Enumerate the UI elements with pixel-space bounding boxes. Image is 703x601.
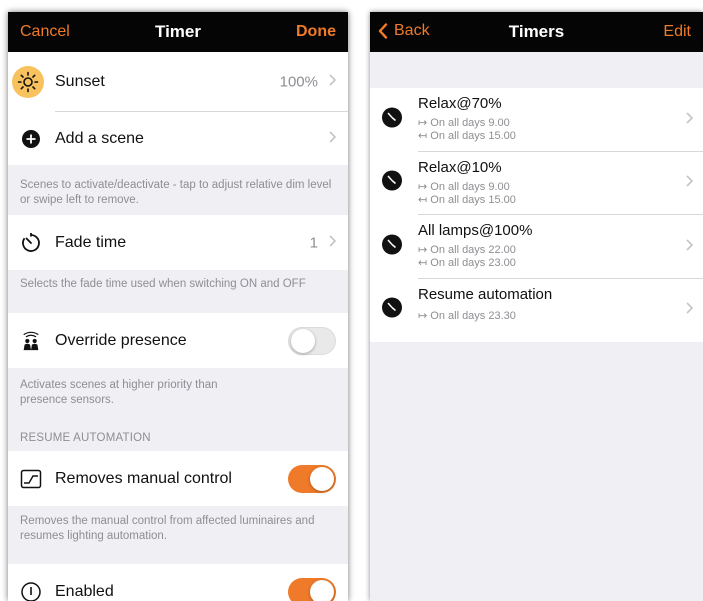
people-icon bbox=[20, 330, 42, 352]
chevron-right-icon bbox=[686, 238, 694, 256]
timer-item[interactable]: Relax@10% ↦ On all days 9.00 ↤ On all da… bbox=[370, 152, 703, 215]
removes-manual-control-toggle[interactable] bbox=[288, 464, 336, 493]
clock-icon bbox=[381, 297, 403, 324]
done-button[interactable]: Done bbox=[296, 23, 336, 41]
removes-manual-control-label: Removes manual control bbox=[55, 469, 232, 487]
chevron-right-icon bbox=[686, 111, 694, 129]
clock-icon bbox=[381, 106, 403, 133]
add-circle-icon bbox=[20, 128, 42, 150]
chevron-right-icon bbox=[329, 130, 337, 148]
timer-on-time: ↦ On all days 23.30 bbox=[418, 309, 516, 322]
timer-on-time: ↦ On all days 22.00 bbox=[418, 244, 516, 256]
timer-name: Resume automation bbox=[418, 285, 553, 303]
removes-note: Removes the manual control from affected… bbox=[20, 515, 315, 542]
clock-icon bbox=[381, 170, 403, 197]
graph-box-icon bbox=[20, 468, 42, 490]
fade-time-value: 1 bbox=[309, 234, 318, 251]
resume-automation-header: RESUME AUTOMATION bbox=[20, 432, 151, 444]
chevron-right-icon bbox=[686, 301, 694, 319]
chevron-right-icon bbox=[329, 234, 337, 252]
sunset-value: 100% bbox=[279, 73, 318, 91]
enabled-toggle[interactable] bbox=[288, 577, 336, 601]
clock-icon bbox=[381, 233, 403, 260]
override-presence-label: Override presence bbox=[55, 331, 187, 349]
timer-icon bbox=[20, 232, 42, 254]
scenes-note: Scenes to activate/deactivate - tap to a… bbox=[20, 179, 332, 206]
removes-manual-control-row: Removes manual control bbox=[8, 451, 348, 506]
fade-time-row[interactable]: Fade time 1 bbox=[8, 215, 348, 270]
add-scene-label: Add a scene bbox=[55, 129, 144, 147]
timer-item[interactable]: All lamps@100% ↦ On all days 22.00 ↤ On … bbox=[370, 215, 703, 279]
fade-note: Selects the fade time used when switchin… bbox=[20, 278, 306, 290]
chevron-right-icon bbox=[329, 73, 337, 91]
sun-icon bbox=[12, 66, 44, 98]
timers-navbar: Back Timers Edit bbox=[370, 12, 703, 52]
timer-on-time: ↦ On all days 9.00 bbox=[418, 117, 510, 129]
timer-item[interactable]: Resume automation ↦ On all days 23.30 bbox=[370, 279, 703, 343]
edit-button[interactable]: Edit bbox=[663, 23, 691, 41]
chevron-right-icon bbox=[686, 174, 694, 192]
page-title: Timers bbox=[508, 22, 565, 41]
timer-item[interactable]: Relax@70% ↦ On all days 9.00 ↤ On all da… bbox=[370, 88, 703, 152]
timers-screen: Back Timers Edit Relax@70% ↦ On all days… bbox=[370, 12, 703, 601]
timer-screen: Cancel Timer Done Sunset 100% Add a scen… bbox=[8, 12, 348, 601]
timer-navbar: Cancel Timer Done bbox=[8, 12, 348, 52]
sunset-row[interactable]: Sunset 100% bbox=[8, 52, 348, 112]
sunset-label: Sunset bbox=[55, 73, 105, 90]
timer-list: Relax@70% ↦ On all days 9.00 ↤ On all da… bbox=[370, 88, 703, 342]
add-scene-row[interactable]: Add a scene bbox=[8, 112, 348, 165]
timer-on-time: ↦ On all days 9.00 bbox=[418, 180, 510, 193]
enabled-label: Enabled bbox=[55, 582, 114, 600]
override-presence-toggle[interactable] bbox=[288, 326, 336, 355]
info-circle-icon bbox=[20, 581, 42, 601]
fade-time-label: Fade time bbox=[55, 233, 127, 251]
timer-name: All lamps@100% bbox=[418, 222, 533, 239]
timer-name: Relax@70% bbox=[418, 95, 502, 112]
override-presence-row: Override presence bbox=[8, 313, 348, 368]
override-note: Activates scenes at higher priority than… bbox=[20, 379, 218, 406]
timer-off-time: ↤ On all days 15.00 bbox=[418, 193, 516, 206]
enabled-row: Enabled bbox=[8, 564, 348, 601]
timer-name: Relax@10% bbox=[418, 158, 502, 176]
timer-off-time: ↤ On all days 15.00 bbox=[418, 130, 516, 142]
timer-off-time: ↤ On all days 23.00 bbox=[418, 257, 516, 269]
